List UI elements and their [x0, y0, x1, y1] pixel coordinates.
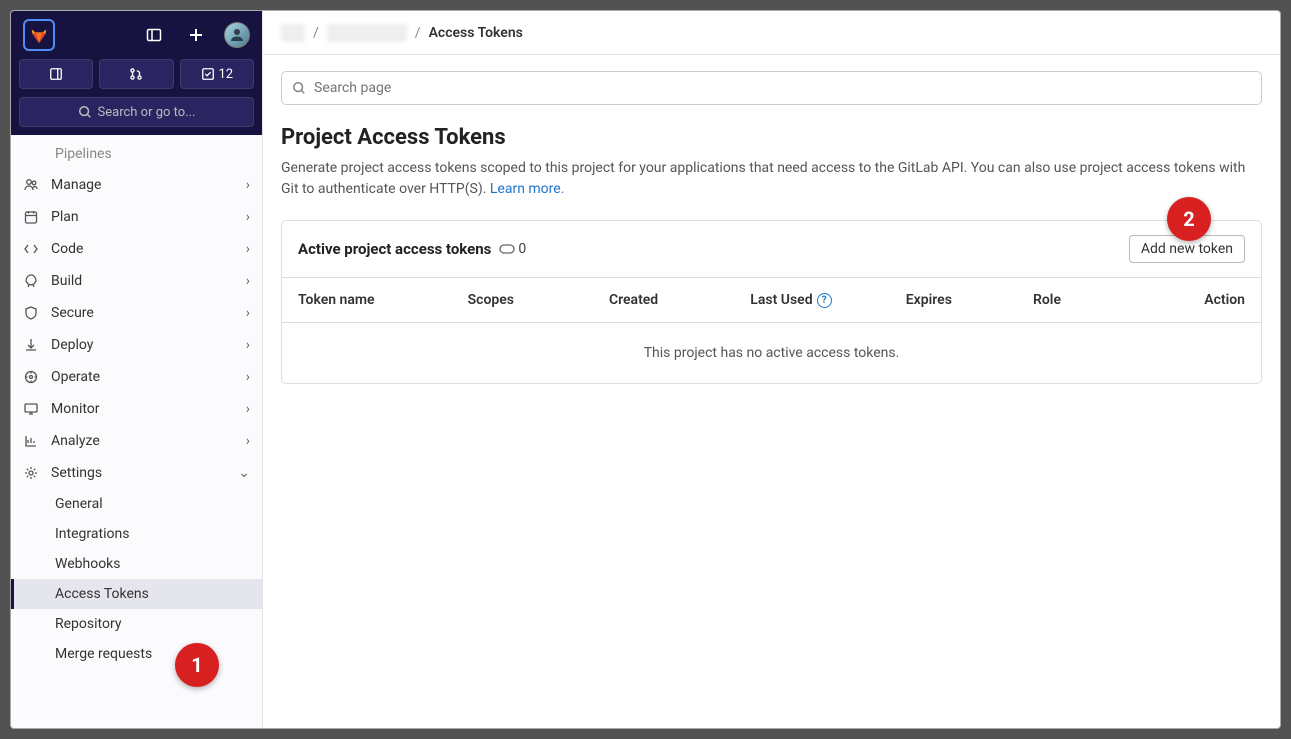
- nav-manage[interactable]: Manage›: [11, 169, 262, 201]
- col-scopes: Scopes: [468, 292, 609, 308]
- app-frame: 12 Search or go to... Pipelines Manage› …: [10, 10, 1281, 729]
- deploy-icon: [23, 337, 39, 353]
- nav-analyze[interactable]: Analyze›: [11, 425, 262, 457]
- nav-secure[interactable]: Secure›: [11, 297, 262, 329]
- todo-icon: [201, 67, 215, 81]
- chevron-right-icon: ›: [246, 241, 250, 257]
- chevron-right-icon: ›: [246, 305, 250, 321]
- chevron-right-icon: ›: [246, 369, 250, 385]
- callout-1: 1: [175, 643, 219, 687]
- create-new-button[interactable]: [182, 21, 210, 49]
- chevron-right-icon: ›: [246, 401, 250, 417]
- panel-icon: [146, 27, 162, 43]
- chevron-right-icon: ›: [246, 209, 250, 225]
- users-icon: [23, 177, 39, 193]
- todos-count: 12: [219, 67, 234, 82]
- user-avatar[interactable]: [224, 22, 250, 48]
- breadcrumb-group[interactable]: [281, 24, 305, 42]
- breadcrumb-current: Access Tokens: [429, 25, 523, 41]
- empty-state: This project has no active access tokens…: [282, 323, 1261, 383]
- search-placeholder: Search or go to...: [98, 105, 196, 120]
- operate-icon: [23, 369, 39, 385]
- nav-plan[interactable]: Plan›: [11, 201, 262, 233]
- merge-icon: [129, 67, 143, 81]
- avatar-icon: [228, 26, 246, 44]
- col-token-name: Token name: [298, 292, 468, 308]
- sidebar-header: 12 Search or go to...: [11, 11, 262, 135]
- link-icon: [499, 244, 515, 254]
- tanuki-icon: [28, 24, 50, 46]
- help-icon[interactable]: ?: [817, 293, 832, 308]
- tokens-card: Active project access tokens 0 Add new t…: [281, 220, 1262, 384]
- search-icon: [78, 105, 92, 119]
- collapse-sidebar-button[interactable]: [140, 21, 168, 49]
- breadcrumb-separator: /: [313, 25, 319, 41]
- rocket-icon: [23, 273, 39, 289]
- nav-settings[interactable]: Settings⌄: [11, 457, 262, 489]
- nav-sub-webhooks[interactable]: Webhooks: [11, 549, 262, 579]
- issues-pill[interactable]: [19, 59, 93, 89]
- chevron-right-icon: ›: [246, 337, 250, 353]
- card-header: Active project access tokens 0 Add new t…: [282, 221, 1261, 278]
- chart-icon: [23, 433, 39, 449]
- nav-build[interactable]: Build›: [11, 265, 262, 297]
- breadcrumb-project[interactable]: [327, 24, 407, 42]
- table-header: Token name Scopes Created Last Used? Exp…: [282, 278, 1261, 323]
- nav-pipelines[interactable]: Pipelines: [11, 139, 262, 169]
- breadcrumb-separator: /: [415, 25, 421, 41]
- monitor-icon: [23, 401, 39, 417]
- nav-sub-general[interactable]: General: [11, 489, 262, 519]
- page-title: Project Access Tokens: [281, 125, 1262, 150]
- merge-requests-pill[interactable]: [99, 59, 173, 89]
- nav-code[interactable]: Code›: [11, 233, 262, 265]
- sidebar-nav: Pipelines Manage› Plan› Code› Build› Sec…: [11, 135, 262, 728]
- code-icon: [23, 241, 39, 257]
- col-last-used: Last Used?: [750, 292, 905, 308]
- col-expires: Expires: [906, 292, 1033, 308]
- calendar-icon: [23, 209, 39, 225]
- chevron-down-icon: ⌄: [238, 465, 250, 481]
- page-search[interactable]: [281, 71, 1262, 105]
- chevron-right-icon: ›: [246, 177, 250, 193]
- sidebar: 12 Search or go to... Pipelines Manage› …: [11, 11, 263, 728]
- col-created: Created: [609, 292, 750, 308]
- search-icon: [292, 81, 306, 95]
- issue-icon: [49, 67, 63, 81]
- token-count-badge: 0: [499, 241, 526, 257]
- nav-sub-access-tokens[interactable]: Access Tokens: [11, 579, 262, 609]
- page-search-input[interactable]: [314, 80, 1251, 96]
- global-search[interactable]: Search or go to...: [19, 97, 254, 127]
- col-role: Role: [1033, 292, 1132, 308]
- chevron-right-icon: ›: [246, 273, 250, 289]
- nav-monitor[interactable]: Monitor›: [11, 393, 262, 425]
- gear-icon: [23, 465, 39, 481]
- chevron-right-icon: ›: [246, 433, 250, 449]
- page-description: Generate project access tokens scoped to…: [281, 158, 1262, 200]
- learn-more-link[interactable]: Learn more.: [490, 181, 565, 197]
- nav-operate[interactable]: Operate›: [11, 361, 262, 393]
- nav-sub-repository[interactable]: Repository: [11, 609, 262, 639]
- callout-2: 2: [1167, 197, 1211, 241]
- plus-icon: [188, 27, 204, 43]
- card-title: Active project access tokens: [298, 240, 491, 258]
- shield-icon: [23, 305, 39, 321]
- main-content: / / Access Tokens Project Access Tokens …: [263, 11, 1280, 728]
- todos-pill[interactable]: 12: [180, 59, 254, 89]
- col-action: Action: [1132, 292, 1245, 308]
- nav-sub-integrations[interactable]: Integrations: [11, 519, 262, 549]
- nav-deploy[interactable]: Deploy›: [11, 329, 262, 361]
- breadcrumb: / / Access Tokens: [263, 11, 1280, 55]
- nav-sub-merge-requests[interactable]: Merge requests: [11, 639, 262, 669]
- gitlab-logo[interactable]: [23, 19, 55, 51]
